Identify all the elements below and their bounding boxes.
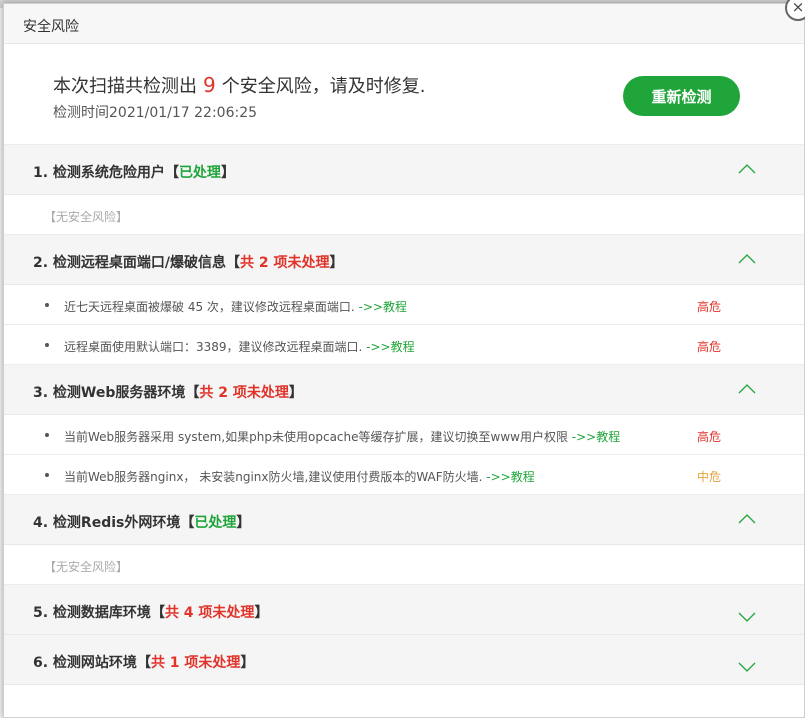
- risk-item-text: 当前Web服务器nginx， 未安装nginx防火墙,建议使用付费版本的WAF防…: [64, 468, 535, 485]
- section-status-tag: 共 2 项未处理: [240, 255, 330, 271]
- section-title-text: 6. 检测网站环境: [33, 655, 137, 671]
- section-status-tag: 共 1 项未处理: [150, 655, 241, 671]
- chevron-up-icon[interactable]: [738, 161, 756, 179]
- risk-item-text: 近七天远程桌面被爆破 45 次，建议修改远程桌面端口. ->>教程: [64, 298, 407, 315]
- section-header-6[interactable]: 6. 检测网站环境【共 1 项未处理】: [4, 635, 804, 685]
- summary-line: 本次扫描共检测出 9 个安全风险，请及时修复.: [53, 72, 425, 98]
- bracket-close: 】: [288, 385, 303, 401]
- chevron-down-icon[interactable]: [738, 657, 756, 675]
- risk-level-badge: 高危: [697, 430, 722, 444]
- risk-description: 远程桌面使用默认端口：3389，建议修改远程桌面端口.: [64, 340, 367, 354]
- risk-level-badge: 高危: [697, 300, 722, 314]
- section-status-tag: 共 2 项未处理: [199, 385, 289, 401]
- section-status-tag: 共 4 项未处理: [164, 605, 255, 621]
- no-risk-text: 【无安全风险】: [44, 210, 129, 224]
- summary-prefix: 本次扫描共检测出: [53, 76, 197, 97]
- risk-item-text: 远程桌面使用默认端口：3389，建议修改远程桌面端口. ->>教程: [64, 338, 415, 355]
- risk-item-row: 当前Web服务器nginx， 未安装nginx防火墙,建议使用付费版本的WAF防…: [4, 455, 804, 495]
- tutorial-link[interactable]: ->>教程: [572, 430, 620, 444]
- chevron-down-icon[interactable]: [738, 607, 756, 625]
- tutorial-link[interactable]: ->>教程: [366, 340, 414, 354]
- section-title: 3. 检测Web服务器环境【共 2 项未处理】: [33, 382, 303, 402]
- section-header-3[interactable]: 3. 检测Web服务器环境【共 2 项未处理】: [4, 365, 804, 415]
- section-title: 4. 检测Redis外网环境【已处理】: [33, 512, 250, 532]
- bullet-icon: [45, 473, 49, 477]
- scan-summary: 本次扫描共检测出 9 个安全风险，请及时修复. 检测时间2021/01/17 22:…: [4, 44, 804, 145]
- section-status-tag: 已处理: [178, 165, 221, 181]
- section-header-4[interactable]: 4. 检测Redis外网环境【已处理】: [4, 495, 804, 545]
- bracket-open: 【: [136, 655, 151, 671]
- bracket-open: 【: [150, 605, 165, 621]
- risk-level-badge: 中危: [697, 470, 722, 484]
- empty-risk-row: 【无安全风险】: [4, 545, 804, 585]
- risk-level-badge: 高危: [697, 340, 722, 354]
- section-title-text: 4. 检测Redis外网环境: [33, 515, 181, 531]
- section-header-2[interactable]: 2. 检测远程桌面端口/爆破信息【共 2 项未处理】: [4, 235, 804, 285]
- section-title: 6. 检测网站环境【共 1 项未处理】: [33, 652, 254, 672]
- bullet-icon: [45, 303, 49, 307]
- section-title-text: 2. 检测远程桌面端口/爆破信息: [33, 255, 227, 271]
- risk-section-list: 1. 检测系统危险用户【已处理】 【无安全风险】 2. 检测远程桌面端口/爆破信息【…: [4, 145, 804, 685]
- bracket-close: 】: [254, 605, 269, 621]
- section-title: 1. 检测系统危险用户【已处理】: [33, 162, 235, 182]
- risk-description: 近七天远程桌面被爆破 45 次，建议修改远程桌面端口.: [64, 300, 359, 314]
- bullet-icon: [45, 343, 49, 347]
- risk-count: 9: [203, 73, 216, 97]
- chevron-up-icon[interactable]: [738, 511, 756, 529]
- bracket-close: 】: [220, 165, 235, 181]
- section-title-text: 3. 检测Web服务器环境: [33, 385, 186, 401]
- empty-risk-row: 【无安全风险】: [4, 195, 804, 235]
- risk-item-text: 当前Web服务器采用 system,如果php未使用opcache等缓存扩展，建…: [64, 428, 620, 445]
- section-title: 5. 检测数据库环境【共 4 项未处理】: [33, 602, 268, 622]
- section-title: 2. 检测远程桌面端口/爆破信息【共 2 项未处理】: [33, 252, 344, 272]
- chevron-up-icon[interactable]: [738, 251, 756, 269]
- rescan-button[interactable]: 重新检测: [623, 76, 740, 116]
- section-title-text: 1. 检测系统危险用户: [33, 165, 165, 181]
- tutorial-link[interactable]: ->>教程: [486, 470, 534, 484]
- scan-time: 检测时间2021/01/17 22:06:25: [53, 105, 258, 121]
- bracket-close: 】: [240, 655, 255, 671]
- summary-suffix: 个安全风险，请及时修复.: [221, 76, 426, 97]
- bullet-icon: [45, 433, 49, 437]
- bracket-close: 】: [329, 255, 344, 271]
- risk-item-row: 当前Web服务器采用 system,如果php未使用opcache等缓存扩展，建…: [4, 415, 804, 455]
- bracket-open: 【: [180, 515, 195, 531]
- dialog-titlebar: 安全风险: [4, 4, 804, 44]
- section-header-5[interactable]: 5. 检测数据库环境【共 4 项未处理】: [4, 585, 804, 635]
- bracket-open: 【: [164, 165, 179, 181]
- section-header-1[interactable]: 1. 检测系统危险用户【已处理】: [4, 145, 804, 195]
- tutorial-link[interactable]: ->>教程: [359, 300, 407, 314]
- bracket-open: 【: [226, 255, 241, 271]
- risk-item-row: 近七天远程桌面被爆破 45 次，建议修改远程桌面端口. ->>教程 高危: [4, 285, 804, 325]
- security-risk-dialog: 安全风险 本次扫描共检测出 9 个安全风险，请及时修复. 检测时间2021/01/1…: [3, 3, 805, 718]
- no-risk-text: 【无安全风险】: [44, 560, 129, 574]
- risk-item-row: 远程桌面使用默认端口：3389，建议修改远程桌面端口. ->>教程 高危: [4, 325, 804, 365]
- risk-description: 当前Web服务器采用 system,如果php未使用opcache等缓存扩展，建…: [64, 430, 572, 444]
- section-title-text: 5. 检测数据库环境: [33, 605, 151, 621]
- risk-description: 当前Web服务器nginx， 未安装nginx防火墙,建议使用付费版本的WAF防…: [64, 470, 487, 484]
- section-status-tag: 已处理: [194, 515, 237, 531]
- chevron-up-icon[interactable]: [738, 381, 756, 399]
- dialog-title: 安全风险: [23, 19, 79, 35]
- bracket-open: 【: [185, 385, 200, 401]
- bracket-close: 】: [236, 515, 251, 531]
